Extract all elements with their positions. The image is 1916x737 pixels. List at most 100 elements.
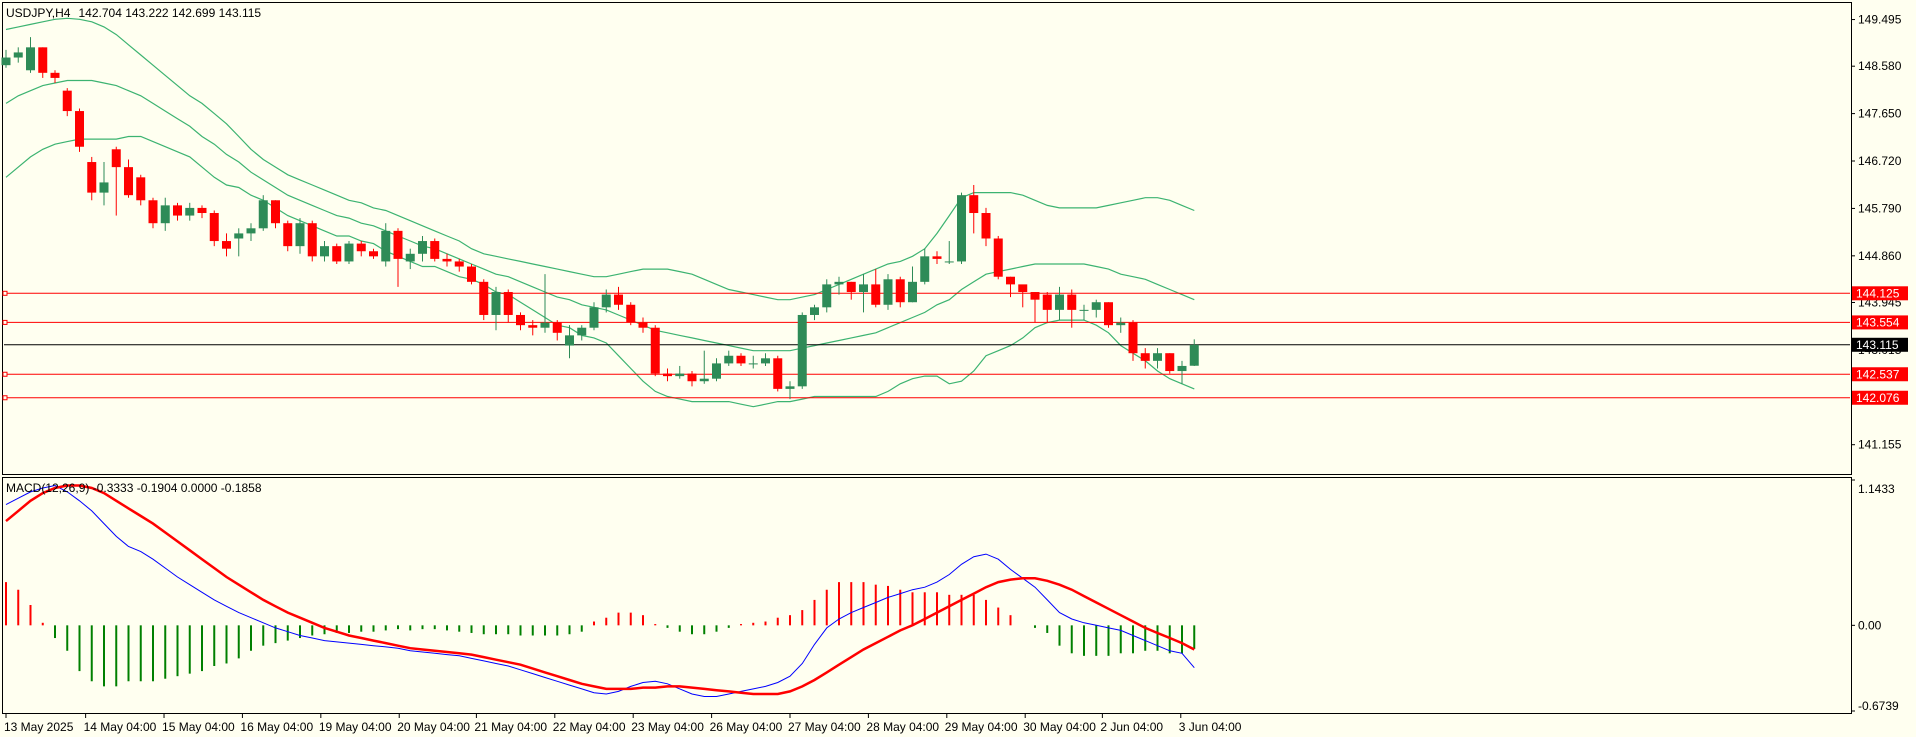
- time-tick-label: 21 May 04:00: [474, 720, 547, 734]
- level-2-tag-label: 142.537: [1856, 367, 1900, 381]
- candle-body-bear: [650, 327, 660, 374]
- time-tick-label: 29 May 04:00: [945, 720, 1018, 734]
- candle-body-bull: [99, 182, 109, 193]
- chart-title: USDJPY,H4 142.704 143.222 142.699 143.115: [6, 6, 261, 20]
- candle: [209, 210, 219, 247]
- time-tick-label: 20 May 04:00: [397, 720, 470, 734]
- candle-body-bear: [209, 213, 219, 242]
- time-tick-label: 3 Jun 04:00: [1179, 720, 1242, 734]
- level-anchor-0[interactable]: [2, 290, 8, 296]
- candle: [75, 108, 84, 152]
- candle: [957, 192, 966, 264]
- candle-body-bull: [601, 294, 611, 308]
- candle-body-bear: [981, 213, 991, 239]
- time-tick-label: 14 May 04:00: [84, 720, 157, 734]
- candle-body-bear: [638, 322, 648, 328]
- candle-body-bull: [320, 246, 329, 257]
- candle-body-bear: [1067, 294, 1077, 310]
- candle-body-bear: [442, 258, 452, 262]
- level-anchor-2[interactable]: [2, 371, 8, 377]
- time-tick-label: 16 May 04:00: [240, 720, 313, 734]
- candle: [993, 235, 1003, 280]
- candle-body-bear: [895, 279, 905, 303]
- candle: [650, 325, 660, 377]
- candle: [258, 195, 268, 231]
- candle-body-bull: [1116, 322, 1126, 326]
- candle: [773, 355, 783, 392]
- price-tick-label: 149.495: [1858, 13, 1902, 27]
- candle-body-bull: [859, 284, 868, 293]
- candle-body-bull: [26, 47, 35, 71]
- candle-body-bull: [1055, 294, 1064, 310]
- level-anchor-1[interactable]: [2, 319, 8, 325]
- candle-body-bear: [552, 322, 562, 333]
- candle-body-bull: [565, 335, 574, 346]
- time-tick-label: 26 May 04:00: [710, 720, 783, 734]
- level-1-tag-label: 143.554: [1856, 315, 1900, 329]
- candle-body-bear: [1018, 284, 1028, 293]
- candle-body-bull: [724, 355, 734, 364]
- time-tick-label: 28 May 04:00: [866, 720, 939, 734]
- candle-body-bull: [234, 233, 244, 239]
- candle-body-bear: [62, 90, 72, 112]
- candle-body-bear: [454, 261, 464, 267]
- price-tick-label: 147.650: [1858, 107, 1902, 121]
- candle-body-bear: [111, 149, 121, 168]
- price-tick-label: 145.790: [1858, 201, 1902, 215]
- candle-body-bear: [871, 284, 881, 305]
- candle-body-bull: [785, 386, 795, 389]
- candle-body-bear: [430, 241, 440, 259]
- candle-body-bear: [614, 294, 623, 305]
- candle-body-bear: [148, 200, 158, 224]
- candle-body-bull: [1, 57, 11, 66]
- candle: [307, 220, 317, 262]
- candle-body-bear: [222, 241, 231, 249]
- candle-body-bull: [675, 373, 685, 377]
- candle-body-bear: [1140, 353, 1150, 361]
- chart-canvas[interactable]: 149.495 148.580 147.650 146.720 145.790 144.8…: [0, 0, 1916, 737]
- candle-body-bear: [173, 205, 182, 216]
- time-tick-label: 13 May 2025: [4, 720, 74, 734]
- price-tick-label: 144.860: [1858, 249, 1902, 263]
- candle-body-bear: [969, 195, 979, 214]
- candle-body-bull: [748, 363, 758, 365]
- time-tick-label: 2 Jun 04:00: [1100, 720, 1163, 734]
- candle-body-bull: [405, 253, 415, 262]
- level-0-tag-label: 144.125: [1856, 286, 1900, 300]
- candle: [883, 274, 893, 310]
- candle-body-bear: [50, 72, 60, 78]
- candle-body-bear: [75, 111, 84, 147]
- candle-body-bull: [957, 195, 966, 262]
- candle: [467, 263, 476, 285]
- candle-body-bear: [38, 47, 48, 73]
- candle-body-bear: [307, 223, 317, 257]
- candle-body-bull: [418, 241, 427, 254]
- candle-body-bull: [491, 292, 501, 315]
- level-anchor-3[interactable]: [2, 395, 8, 401]
- candle: [626, 302, 636, 326]
- candle-body-bull: [258, 200, 268, 229]
- candle-body-bull: [160, 205, 170, 224]
- candle-body-bear: [197, 207, 207, 214]
- candle-body-bull: [246, 228, 256, 234]
- candle-body-bear: [467, 266, 476, 282]
- candle-body-bull: [810, 307, 819, 315]
- candle-body-bear: [283, 223, 293, 247]
- candle-body-bear: [332, 246, 342, 262]
- candle-body-bull: [761, 358, 770, 364]
- macd-label: MACD(12,26,9) -0.3333 -0.1904 0.0000 -0.…: [6, 481, 262, 495]
- candle-body-bear: [773, 358, 783, 389]
- candle-body-bear: [687, 373, 697, 382]
- candle-body-bear: [124, 167, 133, 196]
- candle-body-bear: [846, 281, 856, 293]
- candle-body-bull: [822, 284, 832, 308]
- time-tick-label: 22 May 04:00: [553, 720, 626, 734]
- candle-body-bear: [136, 177, 146, 201]
- time-tick-label: 23 May 04:00: [631, 720, 704, 734]
- candle-body-bear: [1042, 294, 1052, 310]
- macd-tick-label: 0.00: [1858, 618, 1882, 632]
- candle-body-bear: [626, 304, 636, 323]
- candle-body-bear: [663, 373, 672, 377]
- candle-body-bear: [993, 238, 1003, 277]
- candle-body-bull: [185, 207, 195, 216]
